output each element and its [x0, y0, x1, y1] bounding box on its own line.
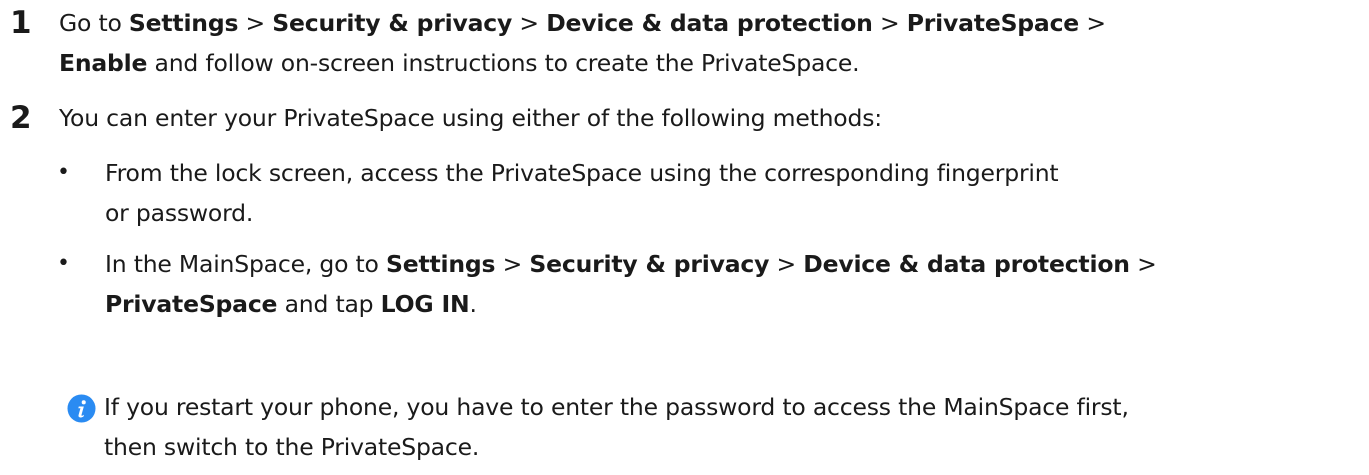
text-run: . — [469, 290, 477, 318]
bullet-icon: • — [57, 160, 70, 185]
separator: > — [769, 250, 804, 278]
menu-path-security-privacy: Security & privacy — [529, 250, 770, 278]
separator: > — [495, 250, 530, 278]
separator: > — [1129, 250, 1157, 278]
menu-path-privatespace: PrivateSpace — [105, 290, 278, 318]
menu-path-device-data-protection: Device & data protection — [546, 9, 873, 37]
bullet-text: From the lock screen, access the Private… — [105, 153, 1059, 233]
menu-path-settings: Settings — [128, 9, 239, 37]
info-icon — [67, 394, 96, 423]
note-line: then switch to the PrivateSpace. — [104, 433, 480, 461]
step-number: 2 — [10, 100, 32, 136]
instructions-page: 1 Go to Settings > Security & privacy > … — [0, 0, 1369, 475]
bullet-line: or password. — [105, 199, 254, 227]
text-run: Go to — [59, 9, 129, 37]
separator: > — [872, 9, 907, 37]
note-text: If you restart your phone, you have to e… — [104, 387, 1129, 467]
text-run: and tap — [277, 290, 381, 318]
step-line: You can enter your PrivateSpace using ei… — [59, 104, 882, 132]
menu-path-settings: Settings — [386, 250, 496, 278]
step-number: 1 — [10, 5, 32, 41]
log-in-label: LOG IN — [380, 290, 470, 318]
separator: > — [1079, 9, 1106, 37]
bullet-text: In the MainSpace, go to Settings > Secur… — [105, 244, 1157, 324]
bullet-line: In the MainSpace, go to Settings > Secur… — [105, 244, 1157, 284]
step-text: Go to Settings > Security & privacy > De… — [59, 3, 1359, 83]
separator: > — [512, 9, 547, 37]
separator: > — [238, 9, 273, 37]
note-line: If you restart your phone, you have to e… — [104, 393, 1129, 421]
step-line: Go to Settings > Security & privacy > De… — [59, 3, 1359, 43]
text-run: In the MainSpace, go to — [105, 250, 387, 278]
menu-path-privatespace: PrivateSpace — [906, 9, 1080, 37]
bullet-line: PrivateSpace and tap LOG IN. — [105, 284, 1157, 324]
menu-path-enable: Enable — [59, 49, 148, 77]
step-line: Enable and follow on-screen instructions… — [59, 43, 1359, 83]
menu-path-security-privacy: Security & privacy — [272, 9, 513, 37]
step-text: You can enter your PrivateSpace using ei… — [59, 98, 1359, 138]
bullet-line: From the lock screen, access the Private… — [105, 159, 1059, 187]
bullet-icon: • — [57, 251, 70, 276]
menu-path-device-data-protection: Device & data protection — [803, 250, 1130, 278]
text-run: and follow on-screen instructions to cre… — [147, 49, 860, 77]
